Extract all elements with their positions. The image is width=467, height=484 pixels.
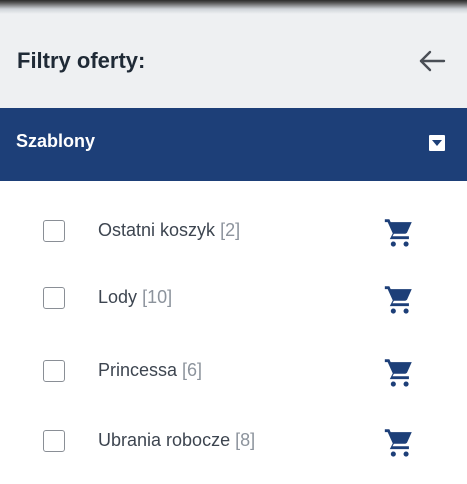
item-label[interactable]: Ostatni koszyk [2] (98, 220, 240, 241)
filter-panel-header: Filtry oferty: (0, 14, 467, 108)
template-list: Ostatni koszyk [2] Lody [10] Princessa [… (0, 181, 467, 484)
cart-icon[interactable] (382, 355, 416, 389)
item-name: Lody (98, 287, 138, 307)
item-count: [10] (142, 287, 173, 307)
panel-title: Filtry oferty: (17, 48, 146, 73)
item-label[interactable]: Ubrania robocze [8] (98, 430, 255, 451)
item-name: Ubrania robocze (98, 430, 231, 450)
item-count: [2] (220, 220, 241, 240)
item-checkbox[interactable] (43, 220, 65, 242)
list-item: Ubrania robocze [8] (0, 409, 467, 469)
item-count: [8] (235, 430, 256, 450)
section-header-szablony[interactable]: Szablony (0, 108, 467, 181)
cart-icon[interactable] (382, 215, 416, 249)
item-name: Princessa (98, 360, 178, 380)
item-label[interactable]: Princessa [6] (98, 360, 202, 381)
section-title: Szablony (16, 131, 96, 151)
dropdown-arrow-icon[interactable] (429, 135, 445, 151)
list-item: Ostatni koszyk [2] (0, 199, 467, 259)
item-count: [6] (182, 360, 203, 380)
item-checkbox[interactable] (43, 430, 65, 452)
top-shadow (0, 0, 467, 14)
item-checkbox[interactable] (43, 360, 65, 382)
cart-icon[interactable] (382, 425, 416, 459)
item-name: Ostatni koszyk (98, 220, 216, 240)
list-item: Princessa [6] (0, 339, 467, 399)
item-label[interactable]: Lody [10] (98, 287, 172, 308)
cart-icon[interactable] (382, 282, 416, 316)
arrow-left-icon[interactable] (415, 44, 449, 78)
list-item: Lody [10] (0, 266, 467, 326)
item-checkbox[interactable] (43, 287, 65, 309)
